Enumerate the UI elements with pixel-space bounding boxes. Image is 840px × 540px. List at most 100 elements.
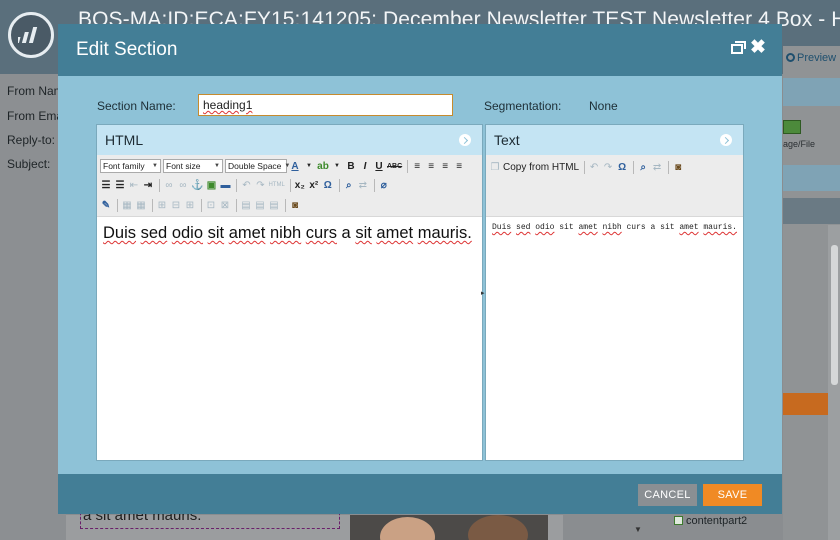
maximize-icon[interactable] — [731, 41, 746, 54]
toolbar-divider — [236, 178, 238, 192]
section-name-value: heading1 — [203, 98, 253, 112]
horizontal-rule-icon[interactable]: ▬ — [219, 178, 231, 193]
editor-word: a — [650, 223, 656, 232]
collapse-icon[interactable] — [459, 134, 471, 146]
font-size-select[interactable]: Font size ▼ — [163, 159, 223, 173]
text-pane-title: Text — [494, 132, 520, 148]
font-family-select[interactable]: Font family ▼ — [100, 159, 161, 173]
editor-word: curs — [305, 224, 337, 242]
delete-row-icon[interactable]: ⊟ — [170, 198, 182, 213]
table-properties-icon[interactable]: ▦ — [135, 198, 147, 213]
html-editor-pane: HTML Font family ▼ Font size ▼ Double Spac… — [96, 124, 483, 461]
canvas-photo[interactable] — [350, 515, 548, 540]
subscript-icon[interactable]: x₂ — [294, 178, 306, 193]
right-panel-action-button[interactable] — [783, 393, 829, 415]
html-source-icon[interactable]: HTML — [268, 178, 284, 193]
align-center-icon[interactable]: ≡ — [425, 159, 437, 174]
strikethrough-icon[interactable]: ABC — [387, 159, 402, 174]
insert-column-icon[interactable]: ⊞ — [184, 198, 196, 213]
line-spacing-select[interactable]: Double Space ▼ — [225, 159, 290, 173]
align-right-icon[interactable]: ≡ — [439, 159, 451, 174]
numbered-list-icon[interactable]: ☰ — [114, 178, 126, 193]
toolbar-divider — [236, 198, 237, 212]
search-icon — [786, 53, 795, 62]
indent-icon[interactable]: ⇥ — [142, 178, 154, 193]
toolbar-divider — [285, 198, 286, 212]
image-file-label[interactable]: age/File — [783, 139, 815, 149]
link-icon[interactable]: ∞ — [163, 178, 175, 193]
copy-icon[interactable]: ❐ — [489, 160, 501, 175]
delete-table-icon[interactable]: ▤ — [268, 198, 280, 213]
editor-word: amet — [376, 224, 414, 242]
find-icon[interactable]: ⌕ — [637, 160, 649, 175]
checkbox-icon[interactable] — [674, 516, 683, 525]
token-icon[interactable]: ◙ — [672, 160, 684, 175]
chevron-down-icon[interactable]: ▼ — [331, 159, 343, 174]
bullet-list-icon[interactable]: ☰ — [100, 178, 112, 193]
text-editor-content[interactable]: Duis sed odio sit amet nibh curs a sit a… — [492, 223, 738, 233]
reply-to-label: Reply-to: — [7, 133, 56, 147]
undo-icon[interactable]: ↶ — [588, 160, 600, 175]
insert-image-icon[interactable]: ▣ — [205, 178, 217, 193]
chevron-down-icon[interactable]: ▼ — [303, 159, 315, 174]
copy-from-html-button[interactable]: Copy from HTML — [503, 160, 579, 175]
unlink-icon[interactable]: ∞ — [177, 178, 189, 193]
superscript-icon[interactable]: x² — [308, 178, 320, 193]
image-icon[interactable] — [783, 120, 801, 134]
html-pane-header: HTML — [97, 125, 482, 155]
editor-word: sit — [207, 224, 225, 242]
toolbar-divider — [373, 178, 375, 192]
toolbar-divider — [633, 160, 635, 174]
content-part-label: contentpart2 — [686, 515, 748, 527]
scrollbar-thumb[interactable] — [831, 245, 838, 385]
split-cell-icon[interactable]: ⊡ — [205, 198, 217, 213]
text-editor-pane: Text ❐ Copy from HTML ↶ ↷ Ω ⌕ ⇄ ◙ Duis s… — [485, 124, 744, 461]
redo-icon[interactable]: ↷ — [254, 178, 266, 193]
special-character-icon[interactable]: Ω — [322, 178, 334, 193]
redo-icon[interactable]: ↷ — [602, 160, 614, 175]
subject-label: Subject: — [7, 157, 51, 171]
cell-properties-icon[interactable]: ▤ — [254, 198, 266, 213]
html-pane-title: HTML — [105, 132, 144, 148]
save-button[interactable]: SAVE — [703, 484, 762, 506]
section-name-input[interactable]: heading1 — [198, 94, 453, 116]
preview-button[interactable]: Preview — [786, 52, 836, 64]
special-character-icon[interactable]: Ω — [616, 160, 628, 175]
align-justify-icon[interactable]: ≡ — [453, 159, 465, 174]
toolbar-divider — [117, 198, 118, 212]
bold-icon[interactable]: B — [345, 159, 357, 174]
editor-word: a — [341, 224, 351, 242]
close-icon[interactable]: ✖ — [750, 37, 766, 59]
clear-formatting-icon[interactable]: ⌀ — [378, 178, 390, 193]
edit-css-icon[interactable]: ✎ — [100, 198, 112, 213]
text-color-icon[interactable]: A — [289, 159, 301, 174]
undo-icon[interactable]: ↶ — [240, 178, 252, 193]
chevron-down-icon[interactable]: ▼ — [634, 525, 642, 534]
line-spacing-value: Double Space — [228, 161, 282, 171]
insert-row-icon[interactable]: ⊞ — [156, 198, 168, 213]
row-properties-icon[interactable]: ▤ — [240, 198, 252, 213]
editor-word: amet — [228, 224, 266, 242]
content-part-item[interactable]: contentpart2 — [674, 515, 747, 527]
highlight-icon[interactable]: ab — [317, 159, 329, 174]
replace-icon[interactable]: ⇄ — [357, 178, 369, 193]
token-icon[interactable]: ◙ — [289, 198, 301, 213]
insert-table-icon[interactable]: ▦ — [121, 198, 133, 213]
editor-word: amet — [679, 223, 699, 232]
find-icon[interactable]: ⌕ — [343, 178, 355, 193]
align-left-icon[interactable]: ≡ — [411, 159, 423, 174]
collapse-icon[interactable] — [720, 134, 732, 146]
toolbar-divider — [152, 198, 153, 212]
marketo-logo-icon[interactable] — [8, 12, 54, 58]
italic-icon[interactable]: I — [359, 159, 371, 174]
outdent-icon[interactable]: ⇤ — [128, 178, 140, 193]
editor-word: nibh — [269, 224, 302, 242]
merge-cells-icon[interactable]: ⊠ — [219, 198, 231, 213]
html-editor-content[interactable]: Duis sed odio sit amet nibh curs a sit a… — [103, 223, 473, 243]
underline-icon[interactable]: U — [373, 159, 385, 174]
toolbar-divider — [584, 160, 586, 174]
editor-word: mauris. — [417, 224, 472, 242]
cancel-button[interactable]: CANCEL — [638, 484, 697, 506]
anchor-icon[interactable]: ⚓ — [191, 178, 203, 193]
replace-icon[interactable]: ⇄ — [651, 160, 663, 175]
